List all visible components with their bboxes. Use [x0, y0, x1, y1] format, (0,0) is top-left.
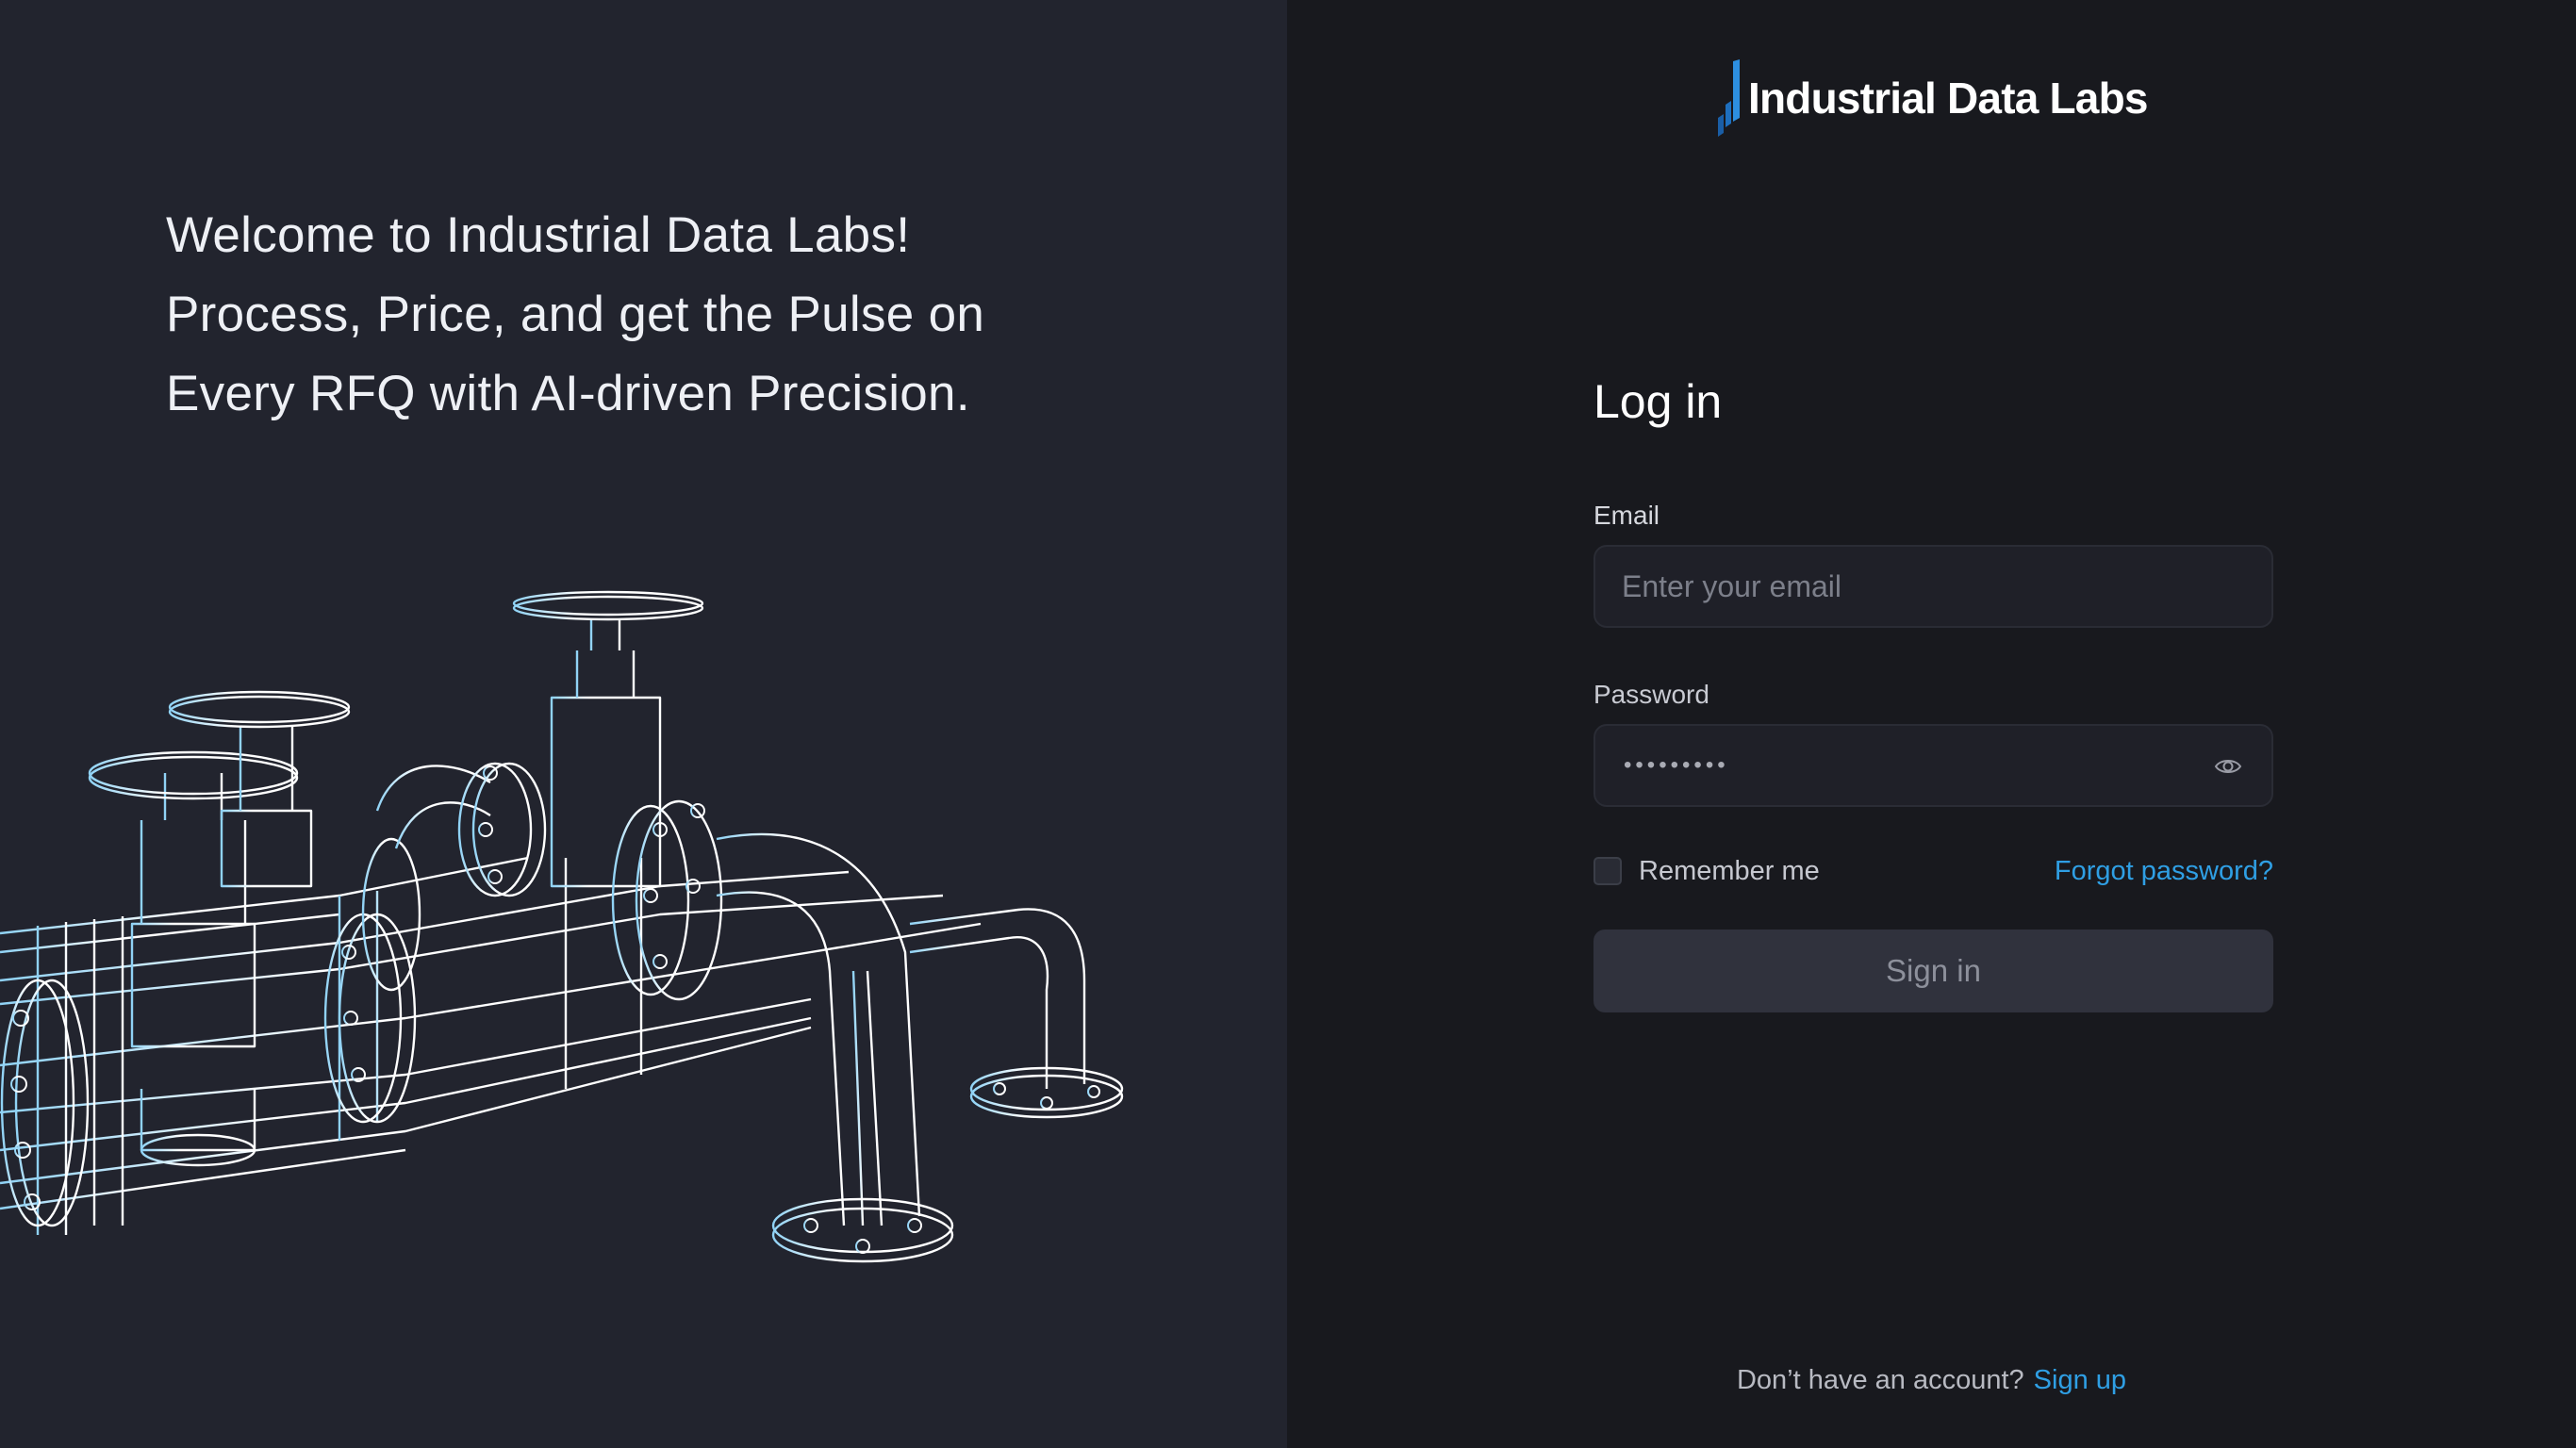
sign-up-link[interactable]: Sign up [2034, 1365, 2126, 1395]
hero-line-1: Welcome to Industrial Data Labs! [166, 207, 911, 263]
password-field[interactable]: ••••••••• [1593, 724, 2273, 807]
signup-question: Don’t have an account? [1736, 1365, 2024, 1395]
login-form: Log in Email Password ••••••••• Remember… [1593, 368, 2273, 1012]
email-field[interactable] [1595, 547, 2271, 626]
password-value: ••••••••• [1624, 752, 1729, 778]
brand-name: Industrial Data Labs [1748, 74, 2148, 123]
signup-prompt: Don’t have an account? Sign up [1287, 1365, 2576, 1396]
hero-headline: Welcome to Industrial Data Labs! Process… [166, 196, 1109, 434]
brand-logo[interactable]: Industrial Data Labs [1716, 58, 2148, 138]
hero-line-2: Process, Price, and get the Pulse on [166, 287, 985, 342]
hero-line-3: Every RFQ with AI-driven Precision. [166, 366, 970, 421]
forgot-password-link[interactable]: Forgot password? [2055, 856, 2273, 887]
remember-label: Remember me [1639, 855, 1820, 886]
remember-row: Remember me Forgot password? [1593, 852, 2273, 890]
email-label: Email [1593, 501, 1660, 530]
remember-checkbox[interactable] [1593, 857, 1622, 885]
remember-me[interactable]: Remember me [1593, 856, 1820, 887]
password-label: Password [1593, 680, 1709, 709]
email-field-container [1593, 545, 2273, 628]
sign-in-button[interactable]: Sign in [1593, 930, 2273, 1012]
eye-icon[interactable] [2213, 751, 2243, 782]
logo-mark-icon [1718, 59, 1740, 137]
login-title: Log in [1593, 375, 1723, 428]
pipeline-illustration [0, 590, 1124, 1263]
hero-panel: Welcome to Industrial Data Labs! Process… [0, 0, 1287, 1448]
login-panel: Industrial Data Labs Log in Email Passwo… [1287, 0, 2576, 1448]
